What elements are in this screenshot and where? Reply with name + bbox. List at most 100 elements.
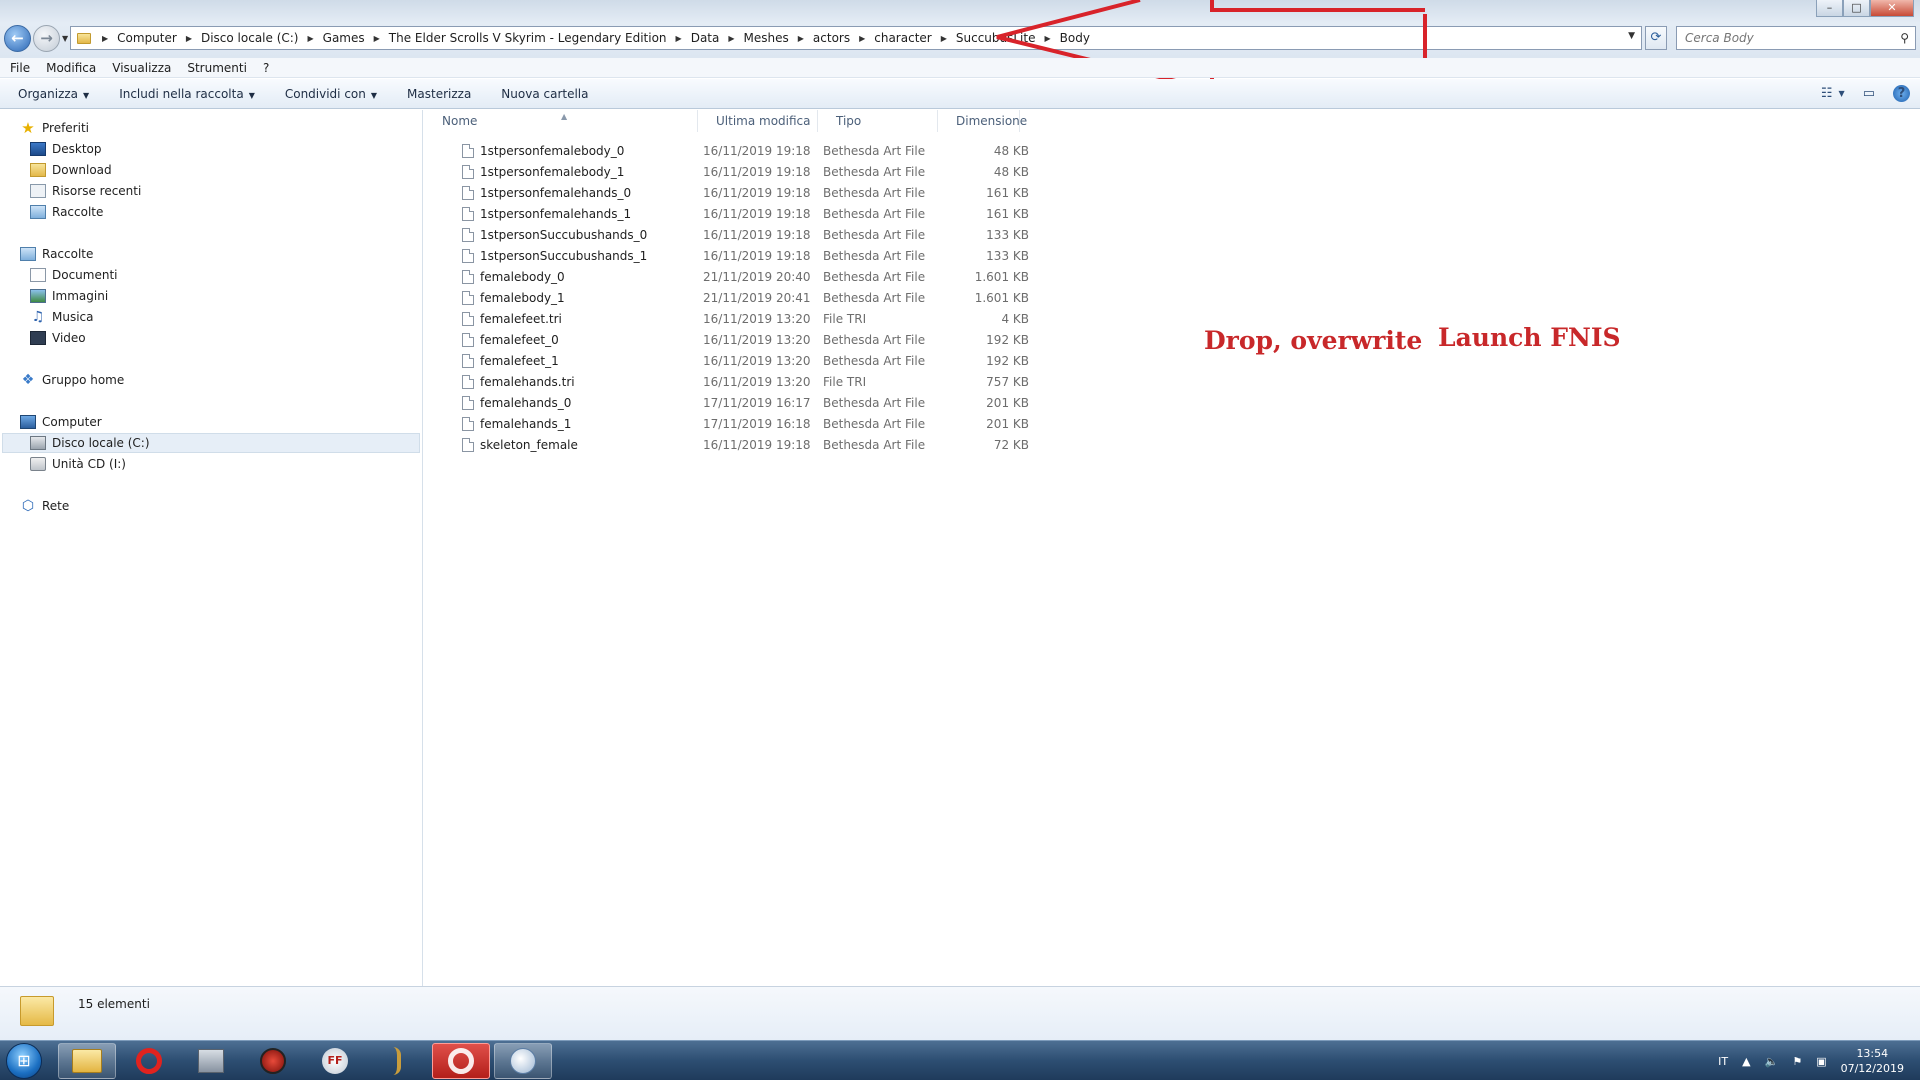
explorer-icon xyxy=(72,1049,102,1073)
column-header-name[interactable]: Nome ▲ xyxy=(424,110,698,132)
file-row[interactable]: 1stpersonfemalebody_1 16/11/2019 19:18 Bet… xyxy=(444,161,1434,182)
chevron-right-icon[interactable]: ▶ xyxy=(102,34,108,43)
volume-icon[interactable]: 🔈 xyxy=(1765,1055,1779,1068)
nav-desktop[interactable]: Desktop xyxy=(30,139,102,159)
file-row[interactable]: 1stpersonfemalehands_1 16/11/2019 19:18 Be… xyxy=(444,203,1434,224)
breadcrumb-meshes[interactable]: Meshes xyxy=(744,31,789,45)
breadcrumb-succubuslite[interactable]: SuccubusLite xyxy=(956,31,1036,45)
chevron-right-icon[interactable]: ▶ xyxy=(186,34,192,43)
maximize-button[interactable]: □ xyxy=(1843,0,1870,17)
preview-pane-icon[interactable]: ▭ xyxy=(1863,86,1875,101)
show-hidden-icons-icon[interactable]: ▲ xyxy=(1742,1055,1750,1068)
menu-tools[interactable]: Strumenti xyxy=(187,61,247,75)
view-dropdown-icon[interactable]: ▼ xyxy=(1839,89,1845,98)
close-button[interactable]: ✕ xyxy=(1870,0,1914,17)
nav-music[interactable]: ♫ Musica xyxy=(30,307,94,327)
language-indicator[interactable]: IT xyxy=(1718,1055,1728,1068)
start-button[interactable]: ⊞ xyxy=(6,1043,42,1079)
share-with-button[interactable]: Condividi con ▼ xyxy=(285,87,377,101)
breadcrumb-computer[interactable]: Computer xyxy=(117,31,177,45)
chevron-right-icon[interactable]: ▶ xyxy=(728,34,734,43)
file-row[interactable]: femalehands.tri 16/11/2019 13:20 File TRI 7… xyxy=(444,371,1434,392)
nav-local-disk[interactable]: Disco locale (C:) xyxy=(30,433,150,453)
column-header-size[interactable]: Dimensione xyxy=(938,110,1027,132)
taskbar-media[interactable] xyxy=(182,1043,240,1079)
breadcrumb-character[interactable]: character xyxy=(874,31,931,45)
file-row[interactable]: 1stpersonSuccubushands_0 16/11/2019 19:18… xyxy=(444,224,1434,245)
menu-edit[interactable]: Modifica xyxy=(46,61,96,75)
breadcrumb-games[interactable]: Games xyxy=(323,31,365,45)
minimize-button[interactable]: – xyxy=(1816,0,1843,17)
action-center-flag-icon[interactable]: ⚑ xyxy=(1792,1055,1802,1068)
file-row[interactable]: 1stpersonfemalebody_0 16/11/2019 19:18 Bet… xyxy=(444,140,1434,161)
refresh-button[interactable]: ⟳ xyxy=(1645,26,1667,50)
menu-file[interactable]: File xyxy=(10,61,30,75)
nav-computer-label: Computer xyxy=(42,415,102,429)
nav-images[interactable]: Immagini xyxy=(30,286,108,306)
search-icon[interactable]: ⚲ xyxy=(1900,31,1909,45)
file-type: File TRI xyxy=(823,374,867,389)
chevron-right-icon[interactable]: ▶ xyxy=(941,34,947,43)
file-icon xyxy=(462,416,474,431)
nav-recent[interactable]: Risorse recenti xyxy=(30,181,141,201)
search-input[interactable] xyxy=(1677,27,1877,49)
chevron-right-icon[interactable]: ▶ xyxy=(308,34,314,43)
breadcrumb-skyrim[interactable]: The Elder Scrolls V Skyrim - Legendary E… xyxy=(389,31,667,45)
taskbar-paint[interactable] xyxy=(494,1043,552,1079)
address-bar[interactable]: ▶ Computer ▶ Disco locale (C:) ▶ Games ▶… xyxy=(70,26,1642,50)
file-size: 133 KB xyxy=(986,227,1029,242)
clock[interactable]: 13:54 07/12/2019 xyxy=(1841,1046,1904,1076)
file-icon xyxy=(462,248,474,263)
help-icon[interactable]: ? xyxy=(1893,85,1910,102)
file-row[interactable]: skeleton_female 16/11/2019 19:18 Bethesda … xyxy=(444,434,1434,455)
breadcrumb-actors[interactable]: actors xyxy=(813,31,850,45)
change-view-icon[interactable]: ☷ xyxy=(1821,86,1833,101)
taskbar-explorer[interactable] xyxy=(58,1043,116,1079)
file-row[interactable]: 1stpersonSuccubushands_1 16/11/2019 19:18… xyxy=(444,245,1434,266)
nav-computer[interactable]: Computer xyxy=(20,412,102,432)
chevron-right-icon[interactable]: ▶ xyxy=(859,34,865,43)
breadcrumb-local-disk[interactable]: Disco locale (C:) xyxy=(201,31,299,45)
file-row[interactable]: 1stpersonfemalehands_0 16/11/2019 19:18 Be… xyxy=(444,182,1434,203)
taskbar-ffdec[interactable]: FF xyxy=(306,1043,364,1079)
nav-libraries[interactable]: Raccolte xyxy=(20,244,93,264)
nav-documents[interactable]: Documenti xyxy=(30,265,118,285)
file-size: 161 KB xyxy=(986,206,1029,221)
recent-pages-dropdown-icon[interactable]: ▼ xyxy=(62,34,68,43)
nav-fav-libraries[interactable]: Raccolte xyxy=(30,202,103,222)
breadcrumb-body[interactable]: Body xyxy=(1060,31,1090,45)
include-in-library-button[interactable]: Includi nella raccolta ▼ xyxy=(119,87,255,101)
taskbar-game[interactable] xyxy=(244,1043,302,1079)
taskbar-opera[interactable] xyxy=(120,1043,178,1079)
file-row[interactable]: femalehands_0 17/11/2019 16:17 Bethesda Ar… xyxy=(444,392,1434,413)
organize-button[interactable]: Organizza ▼ xyxy=(18,87,89,101)
menu-help[interactable]: ? xyxy=(263,61,269,75)
new-folder-button[interactable]: Nuova cartella xyxy=(501,87,588,101)
chevron-right-icon[interactable]: ▶ xyxy=(374,34,380,43)
column-header-type[interactable]: Tipo xyxy=(818,110,938,132)
search-box[interactable]: ⚲ xyxy=(1676,26,1916,50)
chevron-right-icon[interactable]: ▶ xyxy=(1044,34,1050,43)
computer-icon xyxy=(20,415,36,429)
column-header-modified[interactable]: Ultima modifica xyxy=(698,110,818,132)
taskbar-bow-app[interactable] xyxy=(368,1043,426,1079)
back-button[interactable]: ← xyxy=(4,25,31,52)
network-status-icon[interactable]: ▣ xyxy=(1816,1055,1826,1068)
menu-view[interactable]: Visualizza xyxy=(112,61,171,75)
burn-button[interactable]: Masterizza xyxy=(407,87,471,101)
nav-download[interactable]: Download xyxy=(30,160,112,180)
address-dropdown-icon[interactable]: ▼ xyxy=(1628,31,1635,41)
nav-video[interactable]: Video xyxy=(30,328,86,348)
nav-network[interactable]: ⬡ Rete xyxy=(20,496,69,516)
taskbar-opera-active[interactable] xyxy=(432,1043,490,1079)
chevron-right-icon[interactable]: ▶ xyxy=(676,34,682,43)
breadcrumb-data[interactable]: Data xyxy=(691,31,720,45)
file-row[interactable]: femalehands_1 17/11/2019 16:18 Bethesda Ar… xyxy=(444,413,1434,434)
file-row[interactable]: femalebody_1 21/11/2019 20:41 Bethesda Art… xyxy=(444,287,1434,308)
forward-button[interactable]: → xyxy=(33,25,60,52)
nav-cd-drive[interactable]: Unità CD (I:) xyxy=(30,454,126,474)
nav-homegroup[interactable]: ❖ Gruppo home xyxy=(20,370,125,390)
file-row[interactable]: femalebody_0 21/11/2019 20:40 Bethesda Art… xyxy=(444,266,1434,287)
chevron-right-icon[interactable]: ▶ xyxy=(798,34,804,43)
nav-favorites[interactable]: ★ Preferiti xyxy=(20,118,89,138)
